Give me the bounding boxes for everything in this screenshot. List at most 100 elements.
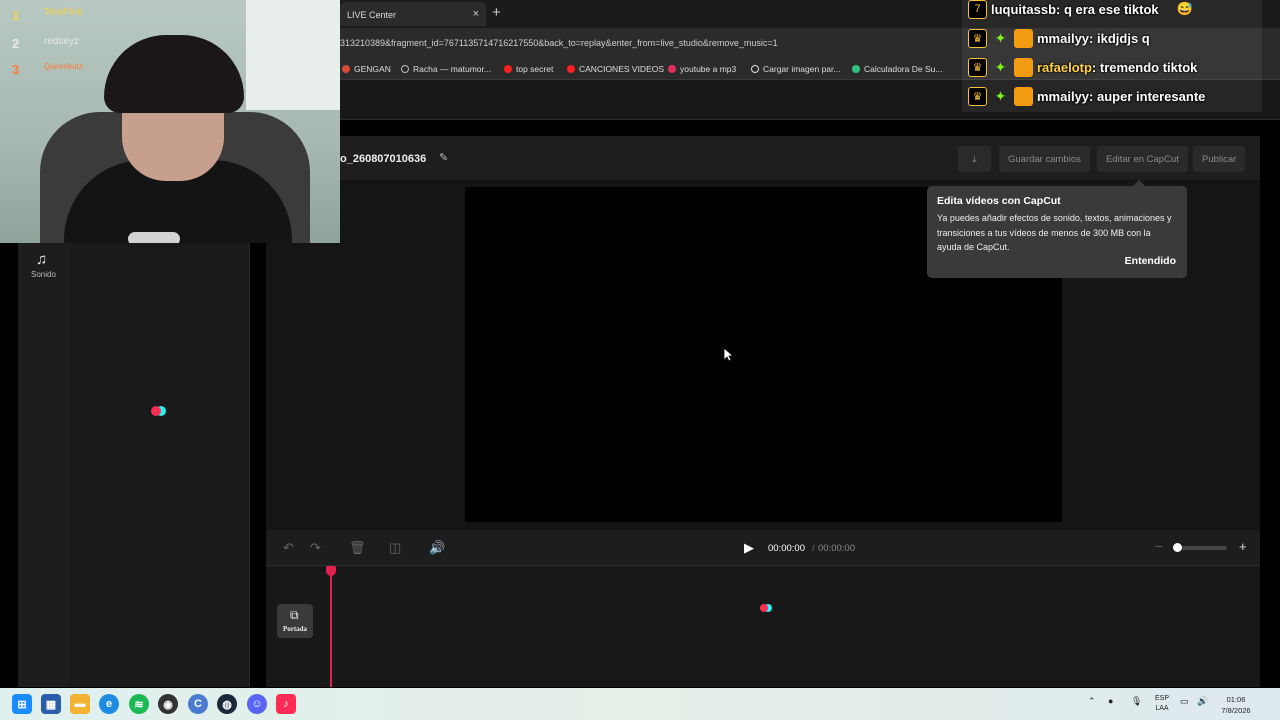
chat-user: rafaelotp bbox=[1037, 59, 1092, 75]
zoom-in-icon[interactable]: + bbox=[1239, 539, 1247, 554]
tray-chevron-icon[interactable]: ⌃ bbox=[1088, 696, 1096, 707]
publish-button[interactable]: Publicar bbox=[1193, 146, 1246, 172]
crown-icon: ♛ bbox=[968, 57, 987, 77]
timeline[interactable] bbox=[266, 566, 1260, 687]
leader-name-1: TetePink bbox=[44, 7, 83, 18]
youtube-icon bbox=[567, 65, 575, 73]
bookmark-racha[interactable]: Racha — matumor... bbox=[401, 64, 491, 74]
clock-date: 7/8/2026 bbox=[1221, 706, 1251, 715]
steam-icon[interactable]: ◍ bbox=[217, 694, 237, 714]
chrome-icon[interactable]: ◉ bbox=[158, 694, 178, 714]
chat-text: tremendo tiktok bbox=[1099, 59, 1198, 75]
chat-user: mmailyy bbox=[1037, 88, 1090, 104]
mouse-cursor-icon bbox=[724, 348, 734, 362]
loader-dot-red bbox=[760, 604, 768, 612]
speaker-icon[interactable]: 🔊 bbox=[1197, 696, 1208, 707]
task-view-icon[interactable]: ▦ bbox=[41, 694, 61, 714]
streamer-hair bbox=[104, 35, 244, 113]
spotify-icon[interactable]: ≋ bbox=[129, 694, 149, 714]
tooltip-title: Edita vídeos con CapCut bbox=[937, 195, 1061, 207]
bookmark-canciones[interactable]: CANCIONES VIDEOS bbox=[567, 64, 664, 74]
rank-3: 3 bbox=[12, 62, 20, 77]
image-edit-icon: ⧉ bbox=[290, 608, 299, 622]
crown-icon: ♛ bbox=[968, 86, 987, 106]
rank-1: 1 bbox=[12, 8, 20, 23]
chat-text: auper interesante bbox=[1097, 88, 1206, 104]
bookmark-icon bbox=[342, 65, 350, 73]
network-icon[interactable]: ▭ bbox=[1180, 696, 1189, 707]
chat-text: q era ese tiktok bbox=[1063, 1, 1159, 17]
download-icon bbox=[668, 65, 676, 73]
discord-icon[interactable]: ☺ bbox=[247, 694, 267, 714]
current-time: 00:00:00 bbox=[768, 543, 805, 554]
crown-icon: ♛ bbox=[968, 28, 987, 48]
zoom-slider[interactable] bbox=[1175, 546, 1227, 550]
windows-taskbar: ⊞ ▦ ▬ e ≋ ◉ C ◍ ☺ ♪ ⌃ ● 🎙 ESP LAA ▭ 🔊 01… bbox=[0, 688, 1280, 720]
bookmark-gengan[interactable]: GENGAN bbox=[342, 64, 391, 74]
globe-icon bbox=[401, 65, 409, 73]
editor-header: o_260807010636 ✎ ⤓ Guardar cambios Edita… bbox=[266, 136, 1260, 180]
capcut-tooltip: Edita vídeos con CapCut Ya puedes añadir… bbox=[927, 180, 1187, 278]
sound-tab-label[interactable]: Sonido bbox=[31, 270, 56, 279]
tooltip-got-it-button[interactable]: Entendido bbox=[1125, 255, 1176, 267]
rank-2: 2 bbox=[12, 36, 20, 51]
tab-title: LIVE Center bbox=[347, 10, 397, 20]
music-note-icon[interactable]: ♫ bbox=[36, 251, 47, 268]
clock[interactable]: 01:06 7/8/2026 bbox=[1214, 694, 1258, 716]
app-c-icon[interactable]: C bbox=[188, 694, 208, 714]
url-text[interactable]: 313210389&fragment_id=767113571471621755… bbox=[340, 38, 778, 48]
bookmark-calculadora[interactable]: Calculadora De Su... bbox=[852, 64, 942, 74]
save-button[interactable]: Guardar cambios bbox=[999, 146, 1090, 172]
loading-spinner bbox=[151, 406, 171, 416]
redo-icon[interactable]: ↷ bbox=[310, 540, 321, 556]
microphone-icon[interactable]: 🎙 bbox=[1131, 696, 1142, 707]
timeline-loading-spinner bbox=[760, 604, 776, 612]
edge-icon[interactable]: e bbox=[99, 694, 119, 714]
volume-icon[interactable]: 🔊 bbox=[429, 540, 445, 556]
timeline-toolbar: ↶ ↷ 🗑 ◫ 🔊 ▶ 00:00:00 / 00:00:00 − + bbox=[266, 530, 1260, 566]
chat-user: luquitassb bbox=[991, 1, 1057, 17]
zoom-slider-handle[interactable] bbox=[1173, 543, 1182, 552]
tiktok-icon[interactable]: ♪ bbox=[276, 694, 296, 714]
language-indicator[interactable]: ESP LAA bbox=[1151, 694, 1173, 714]
browser-tab[interactable]: LIVE Center × bbox=[340, 2, 486, 26]
playhead-handle[interactable] bbox=[326, 566, 336, 576]
tray-app-icon[interactable]: ● bbox=[1108, 696, 1113, 706]
download-button[interactable]: ⤓ bbox=[958, 146, 991, 172]
gift-box-icon bbox=[1014, 57, 1033, 77]
microphone bbox=[128, 232, 180, 243]
file-explorer-icon[interactable]: ▬ bbox=[70, 694, 90, 714]
edit-pencil-icon[interactable]: ✎ bbox=[439, 151, 448, 164]
delete-icon[interactable]: 🗑 bbox=[349, 540, 366, 556]
chat-message: 7 luquitassb: q era ese tiktok 😅 bbox=[968, 0, 1193, 21]
new-tab-button[interactable]: + bbox=[492, 4, 501, 21]
tab-close-icon[interactable]: × bbox=[473, 8, 479, 20]
chat-emoji: 😅 bbox=[1176, 1, 1193, 16]
clock-time: 01:06 bbox=[1226, 695, 1246, 704]
c-logo-icon bbox=[751, 65, 759, 73]
chat-text: ikdjdjs q bbox=[1097, 30, 1150, 46]
leader-name-2: redseyz bbox=[44, 36, 80, 47]
bookmark-cargar-imagen[interactable]: Cargar imagen par... bbox=[751, 64, 840, 74]
playhead[interactable] bbox=[330, 572, 332, 687]
calculator-icon bbox=[852, 65, 860, 73]
play-icon[interactable]: ▶ bbox=[744, 540, 754, 556]
windows-start-icon[interactable]: ⊞ bbox=[12, 694, 32, 714]
screen: LIVE Center × + 313210389&fragment_id=76… bbox=[0, 0, 1280, 720]
zoom-out-icon[interactable]: − bbox=[1155, 539, 1163, 554]
edit-in-capcut-button[interactable]: Editar en CapCut bbox=[1097, 146, 1188, 172]
bookmark-top-secret[interactable]: top secret bbox=[504, 64, 553, 74]
youtube-icon bbox=[504, 65, 512, 73]
live-chat-overlay: 7 luquitassb: q era ese tiktok 😅 ♛ ✦ mma… bbox=[962, 0, 1262, 112]
tooltip-body: Ya puedes añadir efectos de sonido, text… bbox=[937, 213, 1172, 252]
bookmark-youtube-mp3[interactable]: youtube a mp3 bbox=[668, 64, 736, 74]
cover-label: Portada bbox=[282, 625, 308, 633]
background-shelf bbox=[246, 0, 340, 110]
rank-badge-icon: 7 bbox=[968, 0, 987, 19]
undo-icon[interactable]: ↶ bbox=[283, 540, 294, 556]
cover-button[interactable]: ⧉ Portada bbox=[277, 604, 313, 638]
split-icon[interactable]: ◫ bbox=[389, 540, 401, 556]
tool-rail bbox=[18, 242, 70, 687]
project-title: o_260807010636 bbox=[340, 153, 427, 165]
chat-message: ♛ ✦ rafaelotp: tremendo tiktok bbox=[968, 55, 1197, 79]
